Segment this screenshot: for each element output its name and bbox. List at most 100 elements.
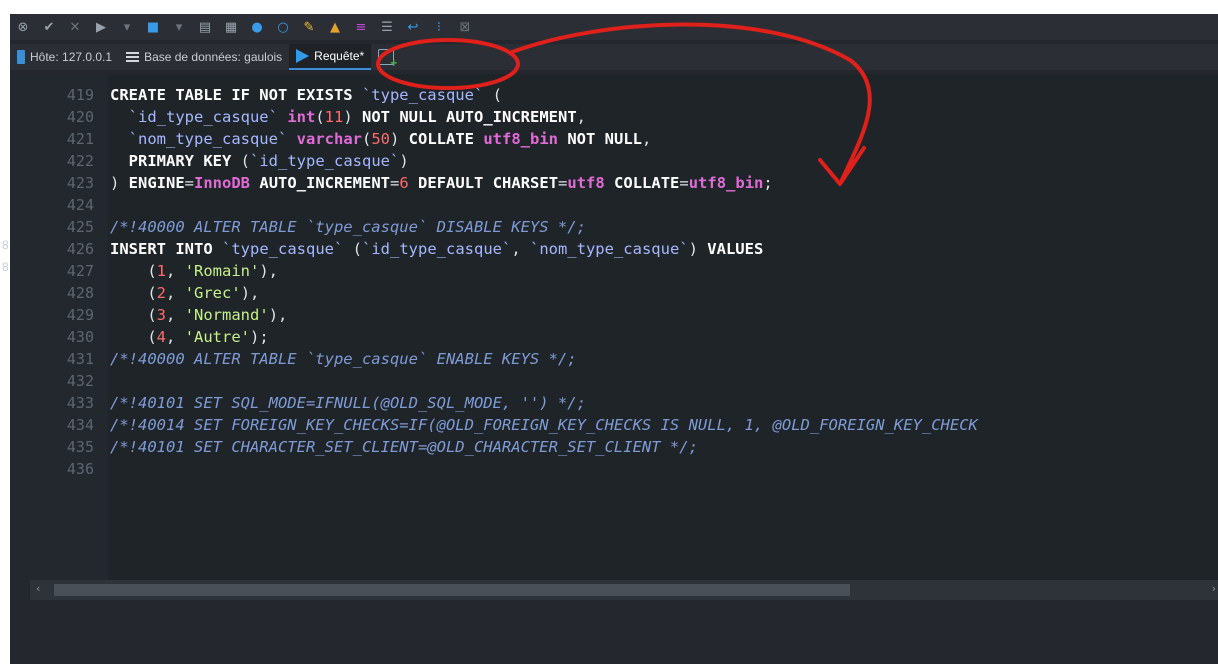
code-line-428: (2, 'Grec'), — [110, 282, 259, 304]
sql-editor[interactable]: 419 420 421 422 423 424 425 426 427 428 … — [10, 74, 1218, 594]
list-icon[interactable]: ☰ — [378, 18, 396, 36]
sql-punct: ), — [268, 306, 288, 324]
warning-icon[interactable]: ▲ — [326, 18, 344, 36]
info-icon[interactable]: ⁝ — [430, 18, 448, 36]
line-number: 423 — [66, 174, 94, 192]
sql-number: 2 — [156, 284, 167, 302]
sql-identifier: `nom_type_casque` — [529, 240, 689, 258]
sql-identifier: `id_type_casque` — [362, 240, 512, 258]
sql-punct: ), — [240, 284, 260, 302]
sql-punct: , — [166, 262, 185, 280]
clean-icon[interactable]: ✎ — [300, 18, 318, 36]
tab-query[interactable]: Requête* — [289, 44, 372, 70]
tab-database-label: Base de données: gaulois — [144, 50, 283, 64]
sql-space — [278, 108, 287, 126]
save-icon[interactable]: ▤ — [196, 18, 214, 36]
sql-punct: ) — [390, 130, 409, 148]
code-line-426: INSERT INTO `type_casque` (`id_type_casq… — [110, 238, 763, 260]
code-line-431: /*!40000 ALTER TABLE `type_casque` ENABL… — [110, 350, 577, 368]
play-icon[interactable]: ▶ — [92, 18, 110, 36]
wrap-icon[interactable]: ↩ — [404, 18, 422, 36]
sql-space — [213, 240, 222, 258]
side-mark: 8 — [2, 238, 9, 252]
sql-identifier: `id_type_casque` — [110, 108, 278, 126]
sql-punct: ( — [110, 262, 157, 280]
sql-string: 'Autre' — [184, 328, 251, 346]
sql-number: 4 — [156, 328, 167, 346]
sql-type: varchar — [296, 130, 362, 148]
search-replace-icon[interactable]: ○ — [274, 18, 292, 36]
sql-punct: ) — [688, 240, 708, 258]
close-icon[interactable]: ⊗ — [14, 18, 32, 36]
tab-host-label: Hôte: 127.0.0.1 — [30, 50, 113, 64]
line-number: 422 — [66, 152, 94, 170]
sql-identifier: `nom_type_casque` — [110, 130, 288, 148]
line-number: 426 — [66, 240, 94, 258]
stop-icon[interactable]: ⊠ — [456, 18, 474, 36]
sql-string: 'Romain' — [184, 262, 260, 280]
sql-space — [250, 174, 259, 192]
dropdown-icon[interactable]: ▾ — [170, 18, 188, 36]
sql-keyword: NOT NULL AUTO_INCREMENT — [362, 108, 577, 126]
sql-number: 1 — [156, 262, 167, 280]
tab-new-query[interactable] — [371, 45, 401, 70]
sql-keyword: CREATE TABLE IF NOT EXISTS — [110, 86, 362, 104]
sql-punct: , — [642, 130, 652, 148]
sql-keyword: ENGINE — [128, 174, 185, 192]
sql-punct: ) — [110, 174, 129, 192]
sql-keyword: AUTO_INCREMENT — [259, 174, 391, 192]
line-number: 419 — [66, 86, 94, 104]
sql-punct: ( — [315, 108, 325, 126]
scroll-right-icon[interactable]: › — [1212, 582, 1216, 595]
sql-number: 11 — [324, 108, 344, 126]
sql-identifier: `id_type_casque` — [250, 152, 400, 170]
sql-space — [605, 174, 614, 192]
sql-type: utf8 — [567, 174, 605, 192]
sql-number: 50 — [371, 130, 390, 148]
sql-punct: , — [166, 306, 185, 324]
dropdown-icon[interactable]: ▾ — [118, 18, 136, 36]
sql-type: int — [287, 108, 316, 126]
folder-icon[interactable]: ■ — [144, 18, 162, 36]
search-icon[interactable]: ● — [248, 18, 266, 36]
sql-punct: ( — [483, 86, 502, 104]
line-number: 429 — [66, 306, 94, 324]
sql-number: 3 — [156, 306, 167, 324]
sql-keyword: COLLATE — [614, 174, 680, 192]
code-line-430: (4, 'Autre'); — [110, 326, 269, 348]
sql-keyword: COLLATE — [408, 130, 474, 148]
line-number: 432 — [66, 372, 94, 390]
horizontal-scrollbar[interactable]: ‹ › — [30, 580, 1218, 600]
tab-database[interactable]: Base de données: gaulois — [119, 45, 289, 69]
side-mark: 8 — [2, 260, 9, 274]
sql-space — [287, 130, 296, 148]
sql-punct: = — [184, 174, 195, 192]
line-number: 431 — [66, 350, 94, 368]
sql-punct: ( — [110, 284, 157, 302]
check-icon[interactable]: ✔ — [40, 18, 58, 36]
sql-keyword: INSERT INTO — [110, 240, 213, 258]
x-icon[interactable]: ✕ — [66, 18, 84, 36]
sql-punct: , — [511, 240, 530, 258]
sql-keyword: NOT NULL — [567, 130, 642, 148]
sql-punct: ), — [259, 262, 279, 280]
database-icon — [126, 51, 140, 63]
sql-punct: ( — [110, 328, 157, 346]
sql-punct: ); — [250, 328, 269, 346]
code-line-433: /*!40101 SET SQL_MODE=IFNULL(@OLD_SQL_MO… — [110, 394, 586, 412]
line-number: 433 — [66, 394, 94, 412]
grid-icon[interactable]: ▦ — [222, 18, 240, 36]
bars-icon[interactable]: ≡ — [352, 18, 370, 36]
scroll-left-icon[interactable]: ‹ — [36, 582, 40, 595]
line-number: 424 — [66, 196, 94, 214]
sql-punct: ( — [231, 152, 250, 170]
heidisql-window: ⊗ ✔ ✕ ▶ ▾ ■ ▾ ▤ ▦ ● ○ ✎ ▲ ≡ ☰ ↩ ⁝ ⊠ Hôte… — [10, 14, 1218, 664]
code-line-429: (3, 'Normand'), — [110, 304, 287, 326]
scrollbar-thumb[interactable] — [54, 584, 850, 596]
sql-punct: , — [166, 328, 185, 346]
line-number: 428 — [66, 284, 94, 302]
sql-punct: = — [679, 174, 689, 192]
code-line-419: CREATE TABLE IF NOT EXISTS `type_casque`… — [110, 84, 502, 106]
sql-identifier: `type_casque` — [361, 86, 484, 104]
tab-host[interactable]: Hôte: 127.0.0.1 — [10, 45, 119, 69]
